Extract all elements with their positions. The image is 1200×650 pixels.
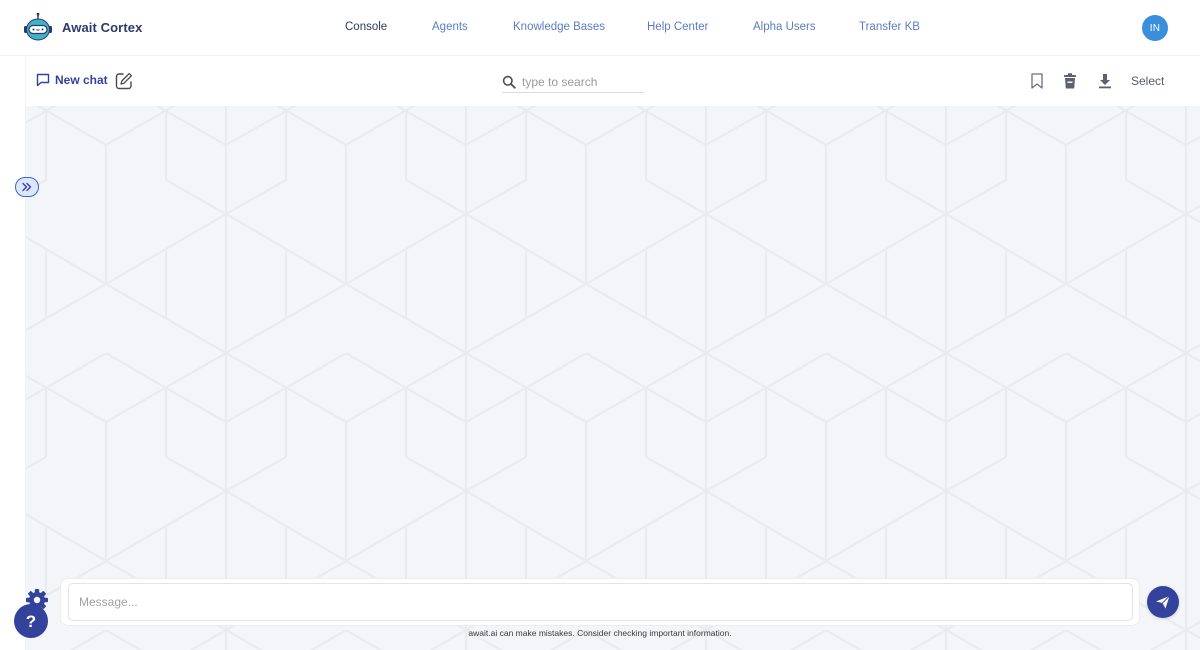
user-avatar[interactable]: IN	[1142, 15, 1168, 41]
nav-item-transfer-kb[interactable]: Transfer KB	[859, 21, 920, 33]
message-composer	[60, 578, 1140, 626]
nav-item-console[interactable]: Console	[345, 21, 387, 33]
main-nav: Console Agents Knowledge Bases Help Cent…	[0, 21, 1200, 37]
new-chat-label: New chat	[55, 73, 108, 87]
new-chat-button[interactable]: New chat	[36, 73, 108, 87]
search-icon	[502, 75, 516, 89]
trash-icon[interactable]	[1061, 72, 1079, 90]
send-button[interactable]	[1147, 586, 1179, 618]
search-box	[502, 71, 644, 93]
send-paper-plane-icon	[1156, 595, 1170, 609]
search-input[interactable]	[522, 74, 632, 89]
nav-item-help-center[interactable]: Help Center	[647, 21, 708, 33]
chevrons-right-icon	[22, 182, 32, 192]
top-nav-bar: Await Cortex Console Agents Knowledge Ba…	[0, 0, 1200, 56]
nav-item-alpha-users[interactable]: Alpha Users	[753, 21, 816, 33]
edit-square-icon[interactable]	[114, 71, 134, 91]
help-gear-icon[interactable]: ?	[13, 588, 51, 640]
bookmark-icon[interactable]	[1028, 72, 1046, 90]
help-glyph: ?	[26, 612, 36, 631]
download-icon[interactable]	[1096, 72, 1114, 90]
background-cube-pattern	[26, 106, 1200, 650]
disclaimer-text: await.ai can make mistakes. Consider che…	[468, 628, 732, 638]
chat-bubble-icon	[36, 73, 50, 87]
sidebar-expand-toggle[interactable]	[15, 177, 39, 197]
nav-item-agents[interactable]: Agents	[432, 21, 468, 33]
left-sidebar-collapsed	[0, 57, 26, 650]
chat-toolbar: New chat Select	[26, 57, 1200, 106]
message-input[interactable]	[68, 583, 1133, 621]
chat-canvas	[26, 106, 1200, 650]
nav-item-knowledge-bases[interactable]: Knowledge Bases	[513, 21, 605, 33]
select-button[interactable]: Select	[1131, 74, 1164, 88]
